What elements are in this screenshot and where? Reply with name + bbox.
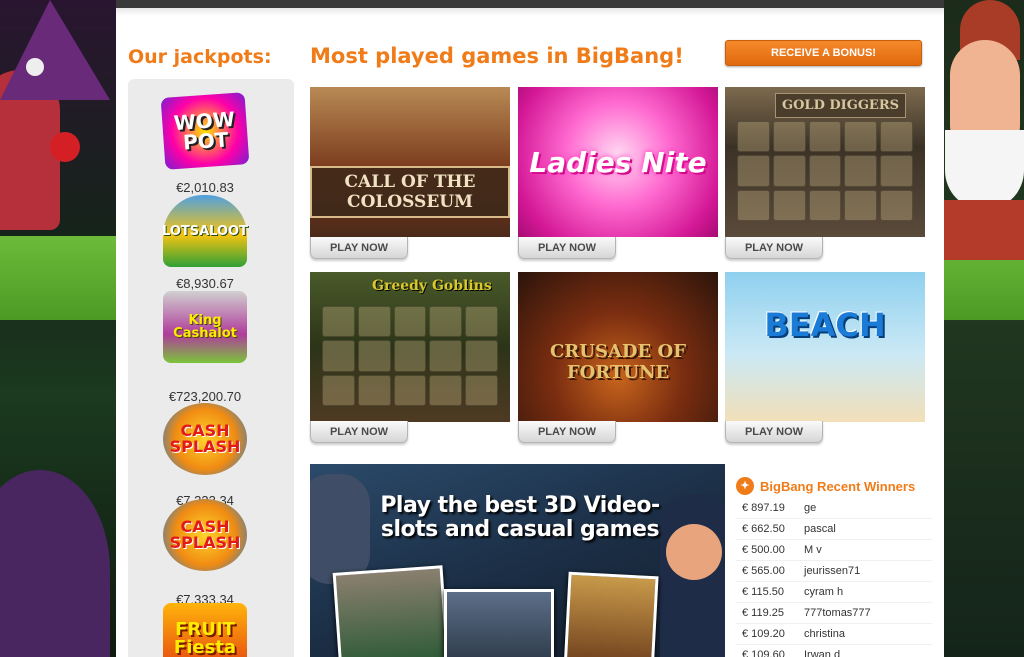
recent-winners-title: BigBang Recent Winners xyxy=(760,478,916,494)
winner-amount: € 565.00 xyxy=(742,565,785,577)
winner-name: 777tomas777 xyxy=(804,607,871,619)
winner-name: pascal xyxy=(804,523,836,535)
winner-name: jeurissen71 xyxy=(804,565,861,577)
winner-name: Irwan d xyxy=(804,649,841,657)
receive-bonus-button[interactable]: RECEIVE A BONUS! xyxy=(725,40,922,66)
slot-reels xyxy=(322,306,498,406)
main-content-panel: Our jackpots: Most played games in BigBa… xyxy=(116,0,944,657)
witch-hat-illustration xyxy=(0,0,110,100)
winner-row: € 897.19 ge xyxy=(736,498,932,519)
winner-row: € 565.00 jeurissen71 xyxy=(736,561,932,582)
game-title: GOLD DIGGERS xyxy=(775,93,907,118)
game-tile-ladies-nite[interactable]: Ladies Nite xyxy=(518,87,718,237)
game-tile-beach[interactable]: BEACH xyxy=(725,272,925,422)
winner-name: ge xyxy=(804,502,817,514)
banner-screenshot-slots xyxy=(444,589,554,657)
game-tile-gold-diggers[interactable]: GOLD DIGGERS xyxy=(725,87,925,237)
play-now-button[interactable]: PLAY NOW xyxy=(310,421,408,443)
play-now-button[interactable]: PLAY NOW xyxy=(518,421,616,443)
game-tile-crusade-of-fortune[interactable]: CRUSADE OF FORTUNE xyxy=(518,272,718,422)
coin-icon: ✦ xyxy=(736,477,754,495)
play-now-button[interactable]: PLAY NOW xyxy=(725,421,823,443)
jackpot-logo-lotsaloot[interactable]: LOTSALOOT xyxy=(162,195,248,267)
jackpots-heading: Our jackpots: xyxy=(128,46,272,68)
recent-winners-panel: ✦ BigBang Recent Winners € 897.19 ge € 6… xyxy=(736,474,932,657)
promo-band-left xyxy=(0,236,116,320)
game-tile-greedy-goblins[interactable]: Greedy Goblins xyxy=(310,272,510,422)
banner-screenshot-slots xyxy=(563,571,659,657)
winner-amount: € 109.60 xyxy=(742,649,785,657)
promo-banner-3d-slots[interactable]: Play the best 3D Video-slots and casual … xyxy=(310,464,725,657)
banner-headline: Play the best 3D Video-slots and casual … xyxy=(380,493,660,542)
play-now-button[interactable]: PLAY NOW xyxy=(310,237,408,259)
game-tile-call-of-the-colosseum[interactable]: CALL OF THE COLOSSEUM xyxy=(310,87,510,237)
jackpot-logo-wow-pot[interactable]: WOW POT xyxy=(160,92,250,170)
jackpot-logo-fruit-fiesta[interactable]: FRUIT Fiesta xyxy=(163,603,247,657)
winner-amount: € 500.00 xyxy=(742,544,785,556)
winner-row: € 109.20 christina xyxy=(736,624,932,645)
jackpots-sidebar: WOW POT €2,010.83 LOTSALOOT €8,930.67 Ki… xyxy=(128,79,294,657)
winner-amount: € 662.50 xyxy=(742,523,785,535)
jackpot-logo-cash-splash[interactable]: CASH SPLASH xyxy=(163,403,247,475)
winner-row: € 109.60 Irwan d xyxy=(736,645,932,657)
winner-row: € 115.50 cyram h xyxy=(736,582,932,603)
winner-name: M v xyxy=(804,544,822,556)
winner-row: € 500.00 M v xyxy=(736,540,932,561)
winner-row: € 119.25 777tomas777 xyxy=(736,603,932,624)
game-title: Ladies Nite xyxy=(529,145,707,179)
winner-amount: € 115.50 xyxy=(742,586,785,598)
slot-reels xyxy=(737,121,913,221)
jackpot-logo-cash-splash[interactable]: CASH SPLASH xyxy=(163,499,247,571)
winner-name: christina xyxy=(804,628,845,640)
game-title: CALL OF THE COLOSSEUM xyxy=(310,166,510,218)
winner-amount: € 897.19 xyxy=(742,502,785,514)
gnome-beard-illustration xyxy=(945,130,1024,210)
jackpot-amount: €8,930.67 xyxy=(176,276,234,291)
gnome-body-illustration xyxy=(944,200,1024,260)
play-now-button[interactable]: PLAY NOW xyxy=(518,237,616,259)
winner-amount: € 109.20 xyxy=(742,628,785,640)
game-title: BEACH xyxy=(764,306,886,344)
games-heading: Most played games in BigBang! xyxy=(310,44,684,68)
game-title: Greedy Goblins xyxy=(372,278,492,294)
jackpot-amount: €723,200.70 xyxy=(168,389,242,404)
recent-winners-header: ✦ BigBang Recent Winners xyxy=(736,474,932,498)
winner-amount: € 119.25 xyxy=(742,607,785,619)
winner-name: cyram h xyxy=(804,586,844,598)
play-now-button[interactable]: PLAY NOW xyxy=(725,237,823,259)
game-title: CRUSADE OF FORTUNE xyxy=(549,341,686,383)
jackpot-amount: €2,010.83 xyxy=(176,180,234,195)
jackpot-logo-king-cashalot[interactable]: King Cashalot xyxy=(163,291,247,363)
winner-row: € 662.50 pascal xyxy=(736,519,932,540)
banner-screenshot-poker xyxy=(332,565,450,657)
skull-icon xyxy=(26,58,44,76)
apple-icon xyxy=(50,132,80,162)
